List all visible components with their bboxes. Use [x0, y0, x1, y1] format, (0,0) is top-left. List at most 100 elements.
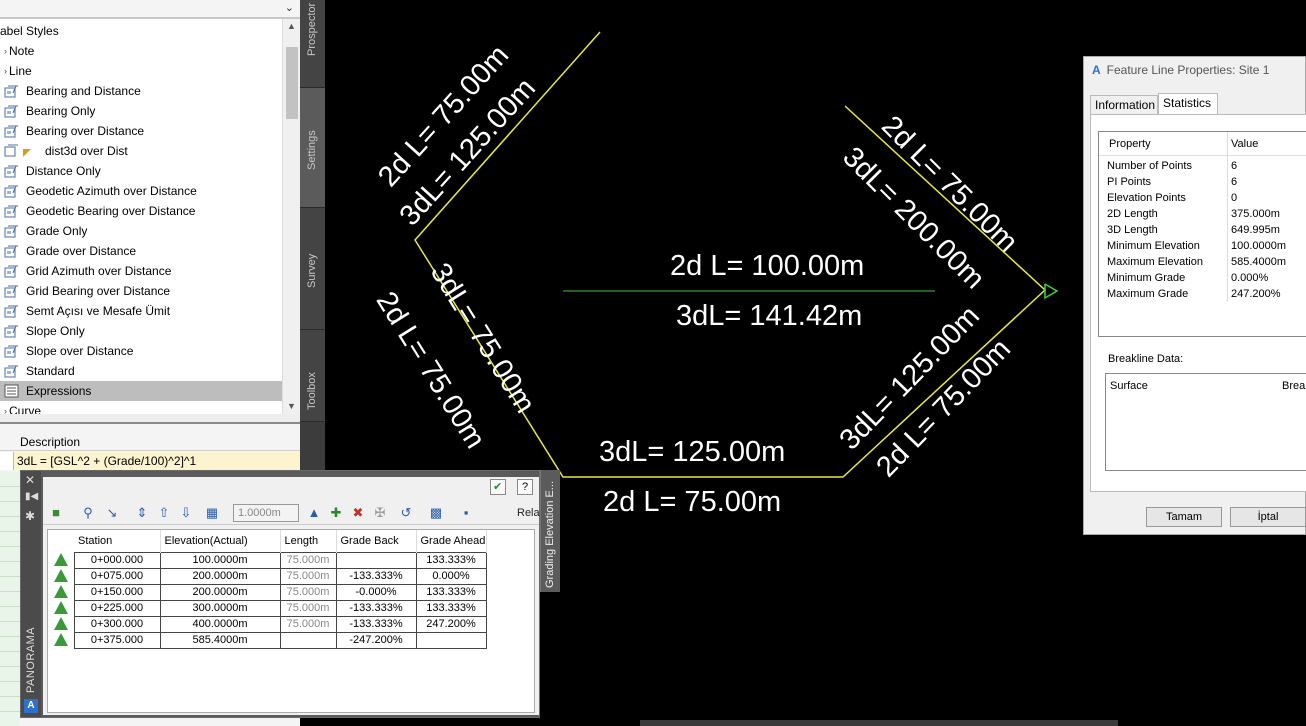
- prospector-combo[interactable]: ⌄: [0, 0, 300, 18]
- property-row[interactable]: Maximum Grade 247.200%: [1099, 286, 1306, 302]
- cell-elevation[interactable]: 100.0000m: [159, 551, 281, 569]
- cell-station[interactable]: 0+075.000: [73, 567, 161, 585]
- table-row[interactable]: 0+075.000 200.0000m 75.000m -133.333% 0.000%: [48, 567, 487, 585]
- auto-hide-icon[interactable]: ▮◀: [25, 491, 38, 502]
- property-row[interactable]: 3D Length 649.995m: [1099, 222, 1306, 238]
- lower-increment-icon[interactable]: ⇩: [177, 504, 195, 522]
- cell-length[interactable]: 75.000m: [279, 599, 337, 617]
- property-row[interactable]: Minimum Elevation 100.0000m: [1099, 238, 1306, 254]
- elevation-from-surface-icon[interactable]: ✠: [371, 504, 389, 522]
- property-row[interactable]: Maximum Elevation 585.4000m: [1099, 254, 1306, 270]
- expression-row[interactable]: 3dL = [GSL^2 + (Grade/100)^2]^1: [14, 452, 300, 470]
- cell-grade-ahead[interactable]: 133.333%: [415, 583, 487, 601]
- tab-statistics[interactable]: Statistics: [1158, 93, 1218, 115]
- cell-grade-ahead[interactable]: [415, 631, 487, 649]
- table-row[interactable]: 0+225.000 300.0000m 75.000m -133.333% 133.33…: [48, 599, 487, 617]
- scroll-down-icon[interactable]: ▼: [287, 401, 296, 411]
- tab-information[interactable]: Information: [1090, 95, 1158, 115]
- description-header: Description: [0, 429, 300, 451]
- clear-selection-icon[interactable]: ▪: [457, 504, 475, 522]
- cell-elevation[interactable]: 400.0000m: [159, 615, 281, 633]
- gear-icon[interactable]: ✱: [25, 509, 35, 523]
- property-row[interactable]: 2D Length 375.000m: [1099, 206, 1306, 222]
- tab-survey[interactable]: Survey: [300, 208, 325, 330]
- checkmark-icon[interactable]: ✔: [489, 479, 506, 495]
- table-row[interactable]: 0+375.000 585.4000m -247.200%: [48, 631, 487, 649]
- property-row[interactable]: PI Points 6: [1099, 174, 1306, 190]
- tab-prospector[interactable]: Prospector: [300, 0, 325, 88]
- label-style-icon: [4, 344, 20, 358]
- cancel-button[interactable]: İptal: [1230, 507, 1306, 527]
- scroll-thumb[interactable]: [286, 47, 298, 119]
- cell-grade-back[interactable]: -247.200%: [335, 631, 417, 649]
- expand-arrow-icon[interactable]: ›: [4, 41, 7, 61]
- select-elevation-points-icon[interactable]: ▩: [427, 504, 445, 522]
- raise-increment-icon[interactable]: ⇧: [155, 504, 173, 522]
- cell-elevation[interactable]: 585.4000m: [159, 631, 281, 649]
- tree-header-label-styles[interactable]: abel Styles: [0, 21, 59, 41]
- cell-grade-back[interactable]: -133.333%: [335, 599, 417, 617]
- cell-grade-ahead[interactable]: 247.200%: [415, 615, 487, 633]
- close-icon[interactable]: ✕: [25, 473, 35, 487]
- column-header-length[interactable]: Length: [280, 530, 337, 552]
- cell-length[interactable]: 75.000m: [279, 615, 337, 633]
- cell-station[interactable]: 0+375.000: [73, 631, 161, 649]
- flatten-grade-icon[interactable]: ▲: [305, 504, 323, 522]
- cell-station[interactable]: 0+150.000: [73, 583, 161, 601]
- cell-length[interactable]: 75.000m: [279, 567, 337, 585]
- zoom-to-icon[interactable]: ⚲: [79, 504, 97, 522]
- column-header-grade-ahead[interactable]: Grade Ahead: [416, 530, 487, 552]
- property-value: 0.000%: [1231, 272, 1269, 284]
- help-icon[interactable]: ?: [517, 479, 533, 495]
- tree-item[interactable]: Expressions: [0, 381, 282, 401]
- cell-grade-back[interactable]: -0.000%: [335, 583, 417, 601]
- pi-point-icon: [48, 584, 74, 600]
- column-header-station[interactable]: Station: [74, 530, 161, 552]
- table-row[interactable]: 0+150.000 200.0000m 75.000m -0.000% 133.333%: [48, 583, 487, 601]
- cell-elevation[interactable]: 300.0000m: [159, 599, 281, 617]
- prospector-panel: ⌄ abel Styles › Note › Line Bearing and Dista…: [0, 0, 325, 470]
- expand-arrow-icon[interactable]: ›: [4, 401, 7, 414]
- table-row[interactable]: 0+300.000 400.0000m 75.000m -133.333% 247.20…: [48, 615, 487, 633]
- cell-elevation[interactable]: 200.0000m: [159, 583, 281, 601]
- cell-length[interactable]: 75.000m: [279, 583, 337, 601]
- cell-length[interactable]: 75.000m: [279, 551, 337, 569]
- raise-lower-icon[interactable]: ⇕: [133, 504, 151, 522]
- property-row[interactable]: Elevation Points 0: [1099, 190, 1306, 206]
- cell-grade-ahead[interactable]: 133.333%: [415, 599, 487, 617]
- tree-scrollbar[interactable]: ▲ ▼: [282, 19, 300, 414]
- chevron-down-icon[interactable]: ⌄: [285, 1, 294, 14]
- reverse-direction-icon[interactable]: ↺: [397, 504, 415, 522]
- property-name: PI Points: [1107, 176, 1152, 188]
- column-header-grade-back[interactable]: Grade Back: [336, 530, 417, 552]
- relative-toggle[interactable]: Rela: [517, 507, 540, 519]
- set-increment-icon[interactable]: ▦: [203, 504, 221, 522]
- cell-grade-ahead[interactable]: 133.333%: [415, 551, 487, 569]
- scroll-up-icon[interactable]: ▲: [287, 21, 296, 31]
- tab-settings[interactable]: Settings: [300, 88, 325, 208]
- property-row[interactable]: Minimum Grade 0.000%: [1099, 270, 1306, 286]
- row-selector[interactable]: [0, 452, 14, 470]
- horizontal-scrollbar[interactable]: [640, 720, 1118, 726]
- column-header-elevation[interactable]: Elevation(Actual): [160, 530, 281, 552]
- insert-elevation-point-icon[interactable]: ✚: [327, 504, 345, 522]
- table-row[interactable]: 0+000.000 100.0000m 75.000m 133.333%: [48, 551, 487, 569]
- quick-profile-icon[interactable]: ↘: [103, 504, 121, 522]
- cell-station[interactable]: 0+000.000: [73, 551, 161, 569]
- cell-grade-back[interactable]: -133.333%: [335, 615, 417, 633]
- increment-input[interactable]: [233, 504, 299, 522]
- cell-grade-back[interactable]: [335, 551, 417, 569]
- cell-grade-back[interactable]: -133.333%: [335, 567, 417, 585]
- cell-elevation[interactable]: 200.0000m: [159, 567, 281, 585]
- delete-elevation-point-icon[interactable]: ✖: [349, 504, 367, 522]
- select-feature-icon[interactable]: ■: [47, 504, 65, 522]
- property-row[interactable]: Number of Points 6: [1099, 158, 1306, 174]
- ok-button[interactable]: Tamam: [1146, 507, 1222, 527]
- cell-station[interactable]: 0+300.000: [73, 615, 161, 633]
- cell-grade-ahead[interactable]: 0.000%: [415, 567, 487, 585]
- cell-length[interactable]: [279, 631, 337, 649]
- cell-station[interactable]: 0+225.000: [73, 599, 161, 617]
- grading-elevation-tab[interactable]: Grading Elevation E...: [540, 470, 560, 592]
- tab-toolbox[interactable]: Toolbox: [300, 330, 325, 422]
- expand-arrow-icon[interactable]: ›: [4, 61, 7, 81]
